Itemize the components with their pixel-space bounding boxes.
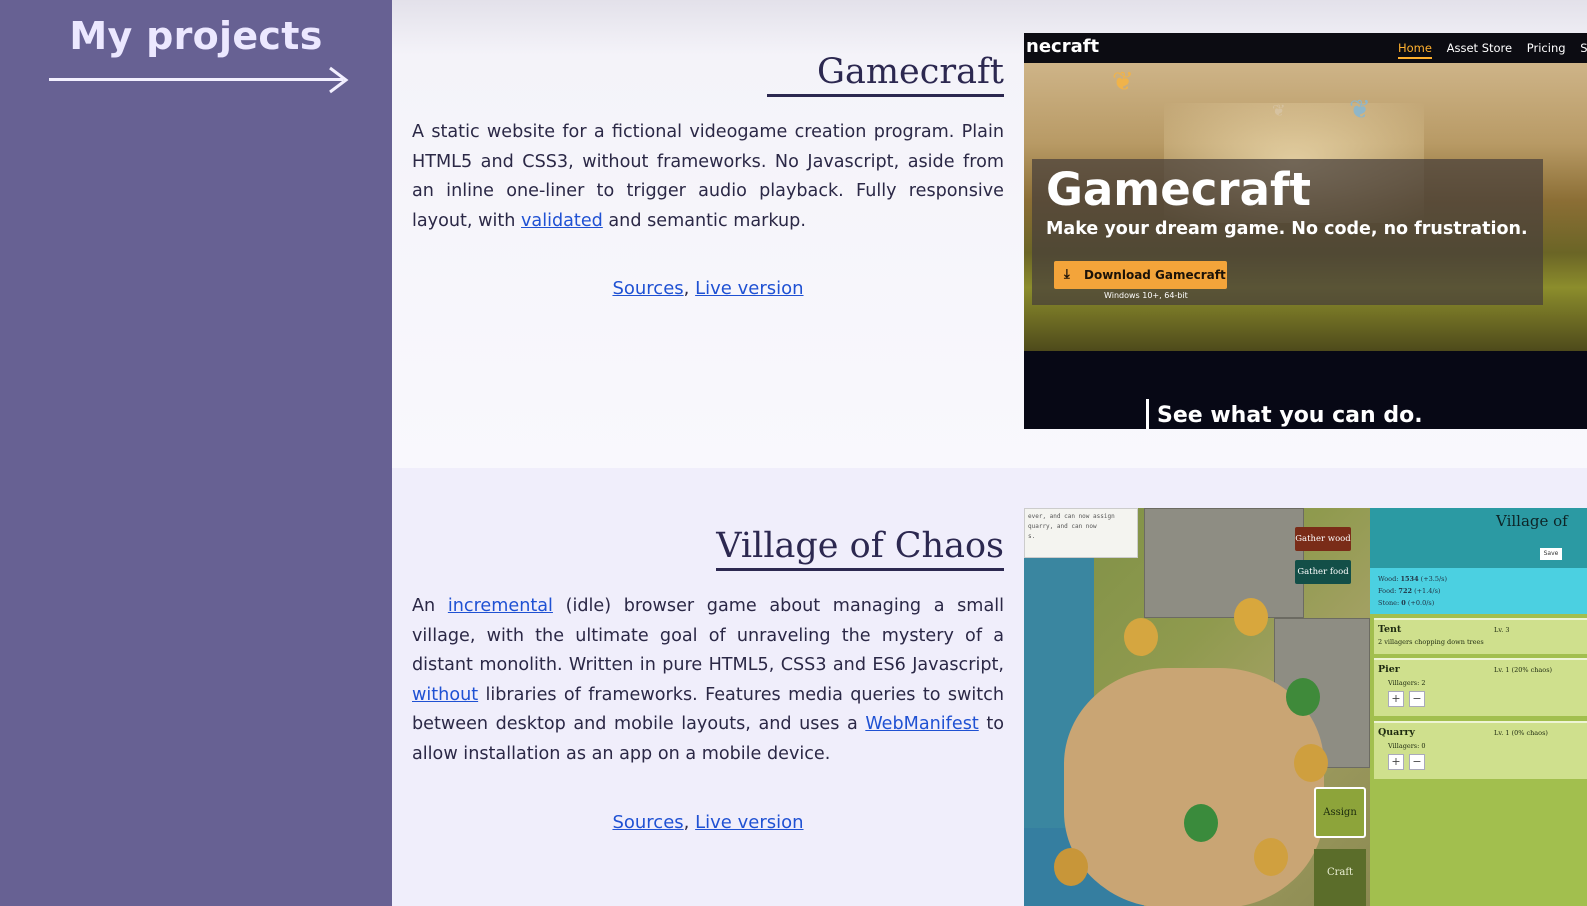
live-version-link[interactable]: Live version [695, 278, 803, 299]
resource-value: 1534 [1400, 575, 1419, 583]
panel-header: Village of Save [1370, 508, 1587, 568]
building-card-pier: Pier Lv. 1 (20% chaos) Villagers: 2 + − [1374, 658, 1587, 716]
resource-row: Wood: 1534 (+3.5/s) [1378, 573, 1579, 585]
building-name: Tent [1378, 624, 1402, 635]
without-link[interactable]: without [412, 685, 478, 705]
resource-name: Wood: [1378, 575, 1399, 583]
tagline-cursor [1146, 399, 1149, 429]
arrow-right-icon [329, 66, 349, 94]
building-name: Pier [1378, 664, 1400, 675]
title-underline [716, 568, 1004, 571]
panel-title: Village of [1496, 512, 1568, 530]
project-links: Sources, Live version [412, 278, 1004, 299]
project-title: Village of Chaos [716, 526, 1004, 566]
download-label: Download Gamecraft [1084, 268, 1226, 282]
map-path [1064, 668, 1324, 906]
incremental-link[interactable]: incremental [448, 596, 553, 616]
map-tree [1294, 744, 1328, 782]
resources-panel: Wood: 1534 (+3.5/s) Food: 722 (+1.4/s) S… [1370, 568, 1587, 614]
hero-subtitle: Make your dream game. No code, no frustr… [1046, 219, 1528, 239]
hero-title: Gamecraft [1046, 163, 1312, 216]
save-button: Save [1540, 548, 1562, 560]
butterfly-icon: ❦ [1272, 101, 1286, 120]
building-level: Lv. 1 (0% chaos) [1494, 729, 1548, 737]
village-of-chaos-screenshot[interactable]: ever, and can now assign quarry, and can… [1024, 508, 1587, 906]
event-log: ever, and can now assign quarry, and can… [1024, 508, 1138, 558]
screenshot-logo: necraft [1026, 36, 1100, 57]
craft-button: Craft [1314, 849, 1366, 906]
screenshot-nav-menu: Home Asset Store Pricing S [1398, 41, 1587, 59]
resource-rate: (+0.0/s) [1407, 599, 1435, 607]
map-tree [1286, 678, 1320, 716]
nav-home: Home [1398, 41, 1432, 59]
screenshot-navbar: necraft Home Asset Store Pricing S [1024, 33, 1587, 63]
project-title: Gamecraft [817, 52, 1004, 92]
building-card-quarry: Quarry Lv. 1 (0% chaos) Villagers: 0 + − [1374, 721, 1587, 779]
game-side-panel: Village of Save Wood: 1534 (+3.5/s) Food… [1370, 508, 1587, 906]
description-text: and semantic markup. [602, 210, 806, 231]
map-tree [1184, 804, 1218, 842]
building-name: Quarry [1378, 727, 1415, 738]
resource-value: 0 [1401, 599, 1406, 607]
webmanifest-link[interactable]: WebManifest [865, 714, 978, 734]
live-version-link[interactable]: Live version [695, 812, 803, 833]
tagline: See what you can do. [1157, 403, 1423, 428]
resource-name: Stone: [1378, 599, 1400, 607]
download-note: Windows 10+, 64-bit [1104, 291, 1188, 300]
resource-row: Food: 722 (+1.4/s) [1378, 585, 1579, 597]
plus-button: + [1388, 754, 1404, 770]
map-tree [1054, 848, 1088, 886]
link-separator: , [683, 278, 690, 299]
butterfly-icon: ❦ [1349, 95, 1371, 125]
download-button: ⤓ Download Gamecraft [1054, 261, 1227, 289]
minus-button: − [1409, 754, 1425, 770]
map-tree [1254, 838, 1288, 876]
sources-link[interactable]: Sources [612, 278, 683, 299]
map-tree [1124, 618, 1158, 656]
building-detail: 2 villagers chopping down trees [1378, 638, 1484, 646]
hero-textbox: Gamecraft Make your dream game. No code,… [1032, 159, 1543, 305]
building-level: Lv. 1 (20% chaos) [1494, 666, 1553, 674]
gather-food-button: Gather food [1295, 560, 1351, 584]
game-map: ever, and can now assign quarry, and can… [1024, 508, 1370, 906]
assign-button: Assign [1314, 787, 1366, 838]
arrow-line [49, 78, 343, 81]
resource-rate: (+3.5/s) [1420, 575, 1448, 583]
project-gamecraft: Gamecraft A static website for a fiction… [392, 0, 1587, 468]
screenshot-hero: ❦ ❦ ❦ Gamecraft Make your dream game. No… [1024, 63, 1587, 351]
gamecraft-screenshot[interactable]: necraft Home Asset Store Pricing S ❦ ❦ ❦… [1024, 33, 1587, 429]
title-underline [767, 94, 1004, 97]
log-line: ever, and can now assign [1028, 513, 1115, 520]
project-links: Sources, Live version [412, 812, 1004, 833]
description-text: An [412, 596, 448, 616]
building-detail: Villagers: 0 [1388, 742, 1426, 750]
project-description: An incremental (idle) browser game about… [412, 592, 1004, 770]
sidebar: My projects [0, 0, 392, 906]
resource-rate: (+1.4/s) [1414, 587, 1441, 595]
map-cliff [1144, 508, 1304, 618]
nav-more: S [1580, 41, 1587, 55]
building-detail: Villagers: 2 [1388, 679, 1426, 687]
resource-value: 722 [1398, 587, 1412, 595]
resource-name: Food: [1378, 587, 1397, 595]
sources-link[interactable]: Sources [612, 812, 683, 833]
resource-row: Stone: 0 (+0.0/s) [1378, 597, 1579, 609]
sidebar-heading: My projects [69, 14, 323, 58]
building-card-tent: Tent Lv. 3 2 villagers chopping down tre… [1374, 618, 1587, 654]
building-level: Lv. 3 [1494, 626, 1510, 634]
plus-button: + [1388, 691, 1404, 707]
project-description: A static website for a fictional videoga… [412, 118, 1004, 236]
log-line: s. [1028, 533, 1036, 540]
map-tree [1234, 598, 1268, 636]
nav-asset-store: Asset Store [1446, 41, 1513, 55]
log-line: quarry, and can now [1028, 523, 1097, 530]
main-content: Gamecraft A static website for a fiction… [392, 0, 1587, 906]
gather-wood-button: Gather wood [1295, 527, 1351, 551]
download-icon: ⤓ [1064, 267, 1070, 282]
nav-pricing: Pricing [1526, 41, 1566, 55]
validated-link[interactable]: validated [521, 211, 603, 231]
minus-button: − [1409, 691, 1425, 707]
butterfly-icon: ❦ [1112, 67, 1134, 97]
link-separator: , [683, 812, 690, 833]
